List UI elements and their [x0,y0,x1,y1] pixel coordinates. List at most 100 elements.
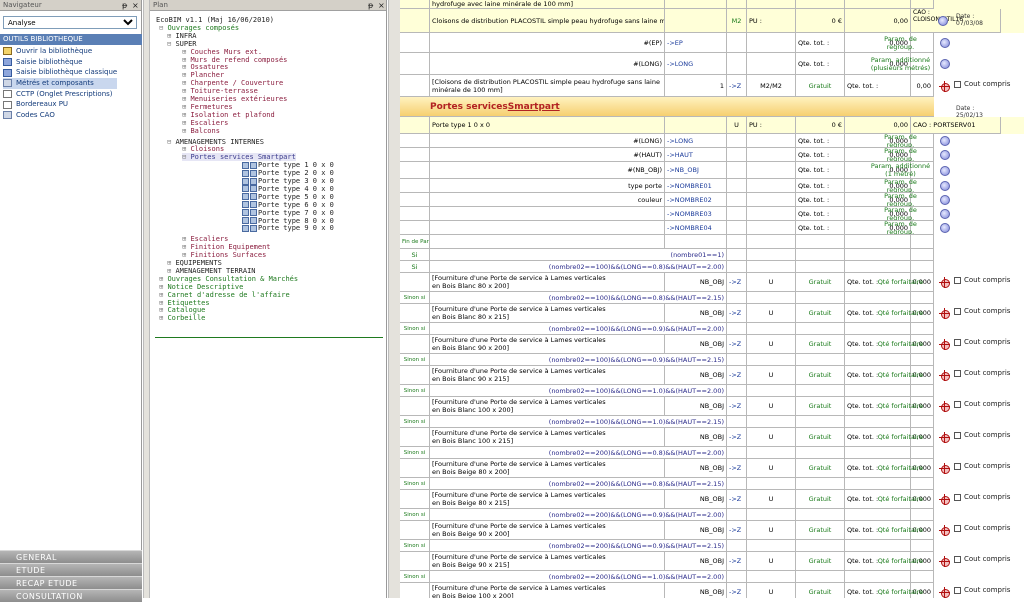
variable-cell[interactable] [430,221,665,235]
grid-cell[interactable] [400,397,430,416]
grid-cell[interactable]: Gratuit [796,397,845,416]
target-icon[interactable] [939,525,950,536]
grid-cell[interactable] [400,428,430,447]
variable-cell[interactable]: #(HAUT) [430,148,665,162]
grid-cell[interactable]: U [747,397,796,416]
tree-node[interactable]: Porte type 8 0 x 0 [242,217,334,225]
grid-cell[interactable] [747,193,796,207]
regroup-cell[interactable]: Qté forfaitaire [868,552,934,571]
keyword-cell[interactable]: Sinon si [400,571,430,583]
grid-cell[interactable]: Gratuit [796,552,845,571]
grid-cell[interactable]: ->HAUT [665,148,727,162]
condition-cell[interactable]: (nombre02==100)&&(LONG==0.9)&&(HAUT==2.0… [430,323,727,335]
grid-cell[interactable]: ->Z [727,335,747,354]
grid-cell[interactable] [727,0,747,9]
navigator-tab[interactable]: RECAP ETUDE [0,576,142,589]
description-cell[interactable]: [Fourniture d'une Porte de service à Lam… [430,583,665,598]
grid-cell[interactable]: 0,00 [911,75,934,97]
tree-node[interactable]: Porte type 3 0 x 0 [242,177,334,185]
grid-cell[interactable] [727,134,747,148]
tree-node[interactable]: ⊞ Toiture-terrasse [182,87,258,95]
parameter-circle-icon[interactable] [940,136,950,146]
regroup-cell[interactable]: Qté forfaitaire [868,459,934,478]
tree-node[interactable]: ⊞ Menuiseries extérieures [182,95,287,103]
tree-node[interactable]: Porte type 5 0 x 0 [242,193,334,201]
grid-cell[interactable] [796,261,845,273]
grid-cell[interactable] [796,292,845,304]
grid-cell[interactable] [911,385,934,397]
grid-cell[interactable] [400,552,430,571]
condition-cell[interactable]: (nombre02==200)&&(LONG==0.8)&&(HAUT==2.0… [430,447,727,459]
grid-cell[interactable] [845,509,911,521]
grid-cell[interactable]: U [747,552,796,571]
section-title-link[interactable]: Smartpart [508,102,560,112]
description-cell[interactable]: [Fourniture d'une Porte de service à Lam… [430,552,665,571]
tree-node[interactable]: ⊞ Notice Descriptive [159,283,243,291]
tree-node[interactable]: Porte type 6 0 x 0 [242,201,334,209]
tree-node[interactable]: ⊞ Ossatures [182,63,228,71]
grid-cell[interactable]: ->Z [727,366,747,385]
grid-cell[interactable] [727,261,747,273]
regroup-cell[interactable]: Param. de regroup. [868,193,934,207]
grid-cell[interactable] [796,571,845,583]
grid-cell[interactable]: 0,00 [845,9,911,33]
grid-cell[interactable] [747,148,796,162]
variable-cell[interactable]: #(EP) [430,33,665,53]
grid-cell[interactable]: ->Z [727,428,747,447]
description-cell[interactable]: [Fourniture d'une Porte de service à Lam… [430,273,665,292]
tree-node[interactable]: ⊞ Balcons [182,127,220,135]
grid-cell[interactable]: Qte. tot. : [796,207,845,221]
grid-cell[interactable]: ->LONG [665,134,727,148]
grid-cell[interactable]: PU : [747,117,796,134]
grid-cell[interactable] [727,179,747,193]
grid-cell[interactable]: ->Z [727,304,747,323]
tree-node[interactable]: ⊞ Finition Equipement [182,243,271,251]
variable-cell[interactable]: #(LONG) [430,134,665,148]
keyword-cell[interactable]: Sinon si [400,323,430,335]
tree-node[interactable]: ⊞ Charpente / Couverture [182,79,283,87]
condition-cell[interactable]: (nombre02==200)&&(LONG==1.0)&&(HAUT==2.0… [430,571,727,583]
grid-cell[interactable] [796,447,845,459]
grid-cell[interactable] [665,9,727,33]
grid-cell[interactable] [400,75,430,97]
grid-cell[interactable]: NB_OBJ [665,335,727,354]
keyword-cell[interactable]: Sinon si [400,478,430,490]
parameter-circle-icon[interactable] [940,209,950,219]
description-cell[interactable]: [Cloisons de distribution PLACOSTIL simp… [430,75,665,97]
grid-cell[interactable] [796,354,845,366]
regroup-cell[interactable]: Qté forfaitaire [868,335,934,354]
cout-compris-checkbox[interactable]: Cout compris [954,524,1010,532]
grid-cell[interactable] [727,235,747,249]
nav-item[interactable]: Métrés et composants [3,78,118,89]
grid-cell[interactable] [747,162,796,179]
grid-cell[interactable] [911,235,934,249]
grid-cell[interactable] [747,134,796,148]
cout-compris-checkbox[interactable]: Cout compris [954,276,1010,284]
grid-cell[interactable]: ->Z [727,75,747,97]
regroup-cell[interactable]: Qté forfaitaire [868,521,934,540]
parameter-circle-icon[interactable] [940,166,950,176]
tree-node[interactable]: ⊞ Etiquettes [159,299,210,307]
condition-cell[interactable]: (nombre02==100)&&(LONG==1.0)&&(HAUT==2.0… [430,385,727,397]
description-cell[interactable]: [Fourniture d'une Porte de service à Lam… [430,335,665,354]
grid-cell[interactable] [911,323,934,335]
nav-item[interactable]: CCTP (Onglet Prescriptions) [3,89,117,100]
grid-cell[interactable]: M2 [727,9,747,33]
grid-cell[interactable]: CAO : PORTSERV01 [911,117,1001,134]
fin-param-cell[interactable]: Fin de Param [400,235,430,249]
parameter-circle-icon[interactable] [938,16,948,26]
description-cell[interactable]: [Fourniture d'une Porte de service à Lam… [430,459,665,478]
tree-node[interactable]: Porte type 7 0 x 0 [242,209,334,217]
description-cell[interactable]: [Fourniture d'une Porte de service à Lam… [430,397,665,416]
grid-cell[interactable] [727,148,747,162]
grid-cell[interactable] [400,9,430,33]
grid-cell[interactable] [400,221,430,235]
grid-cell[interactable]: Qte. tot. : [796,221,845,235]
condition-cell[interactable]: (nombre02==100)&&(LONG==1.0)&&(HAUT==2.1… [430,416,727,428]
condition-cell[interactable]: (nombre02==100)&&(LONG==0.8)&&(HAUT==2.0… [430,261,727,273]
target-icon[interactable] [939,494,950,505]
tree-node[interactable]: ⊞ Carnet d'adresse de l'affaire [159,291,290,299]
grid-cell[interactable] [727,571,747,583]
splitter[interactable] [143,0,150,598]
variable-cell[interactable] [430,207,665,221]
